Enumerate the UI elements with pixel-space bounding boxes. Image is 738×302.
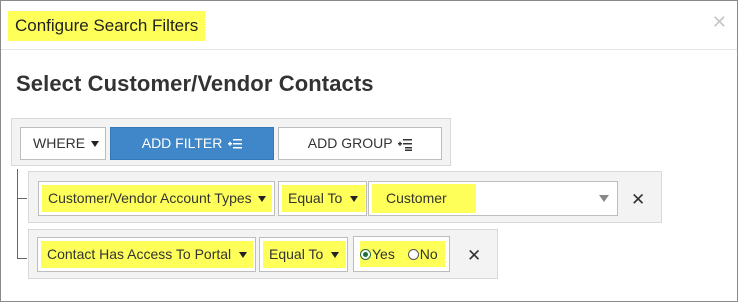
filter-operator-select[interactable]: Equal To — [259, 237, 348, 272]
where-select-value: WHERE — [33, 135, 86, 151]
filter-operator-value: Equal To — [269, 246, 324, 262]
chevron-down-icon — [350, 196, 358, 202]
filter-field-select[interactable]: Contact Has Access To Portal — [37, 237, 256, 272]
add-filter-icon — [228, 139, 243, 149]
chevron-down-icon — [599, 195, 609, 202]
filter-value: Customer — [386, 190, 447, 206]
filter-row: Customer/Vendor Account Types Equal To C… — [28, 171, 662, 223]
chevron-down-icon — [239, 252, 247, 258]
tree-connector — [17, 198, 27, 199]
chevron-down-icon — [258, 196, 266, 202]
filter-field-select[interactable]: Customer/Vendor Account Types — [38, 181, 275, 216]
portal-access-radio-group: Yes No — [353, 236, 450, 272]
add-group-icon — [398, 138, 413, 151]
dialog-header: Configure Search Filters ✕ — [1, 1, 737, 50]
configure-search-filters-dialog: Configure Search Filters ✕ Select Custom… — [0, 0, 738, 302]
add-filter-button[interactable]: ADD FILTER — [110, 127, 274, 160]
filter-toolbar: WHERE ADD FILTER ADD GROUP — [11, 118, 451, 166]
add-filter-label: ADD FILTER — [141, 135, 223, 151]
filter-value-select[interactable]: Customer — [368, 181, 618, 216]
close-icon[interactable]: ✕ — [712, 13, 727, 31]
tree-connector — [17, 258, 27, 259]
filter-operator-select[interactable]: Equal To — [278, 181, 367, 216]
remove-filter-icon[interactable]: ✕ — [467, 247, 481, 264]
filter-field-value: Customer/Vendor Account Types — [48, 190, 252, 206]
filter-row: Contact Has Access To Portal Equal To Ye… — [28, 229, 498, 279]
radio-yes[interactable] — [360, 249, 371, 260]
radio-no[interactable] — [407, 249, 419, 260]
tree-connector — [17, 169, 18, 259]
dialog-title: Configure Search Filters — [8, 11, 206, 41]
remove-filter-icon[interactable]: ✕ — [631, 191, 645, 208]
chevron-down-icon — [91, 141, 99, 147]
where-select[interactable]: WHERE — [20, 127, 106, 160]
add-group-button[interactable]: ADD GROUP — [278, 127, 442, 160]
filter-operator-value: Equal To — [288, 190, 343, 206]
radio-no-label: No — [419, 246, 438, 262]
radio-yes-label: Yes — [372, 246, 395, 262]
section-title: Select Customer/Vendor Contacts — [16, 71, 374, 96]
add-group-label: ADD GROUP — [307, 135, 393, 151]
chevron-down-icon — [331, 252, 339, 258]
filter-field-value: Contact Has Access To Portal — [47, 246, 232, 262]
